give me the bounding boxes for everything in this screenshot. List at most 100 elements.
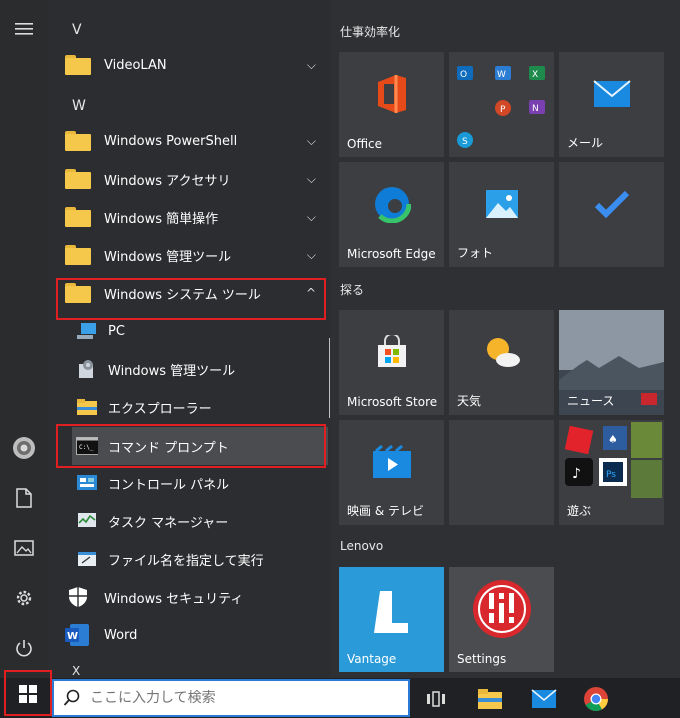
app-label: コントロール パネル <box>108 477 230 493</box>
documents-icon[interactable] <box>10 484 38 512</box>
mail-icon <box>592 80 631 112</box>
task-manager-icon <box>76 510 98 532</box>
app-task-manager[interactable]: タスク マネージャー <box>72 503 328 539</box>
tile-label: 遊ぶ <box>567 504 592 518</box>
chevron-down-icon: ⌵ <box>306 133 316 148</box>
tile-label: Settings <box>457 652 507 666</box>
tile-label: Microsoft Store <box>347 395 438 409</box>
hamburger-menu-icon[interactable] <box>10 15 38 43</box>
folder-icon <box>65 55 91 75</box>
edge-icon <box>372 184 411 227</box>
tile-office[interactable]: Office <box>339 52 444 157</box>
taskbar-search-box[interactable] <box>52 679 410 717</box>
svg-text:Ps: Ps <box>606 470 616 480</box>
tile-label: Office <box>347 137 383 151</box>
tile-edge[interactable]: Microsoft Edge <box>339 162 444 267</box>
control-panel-icon <box>76 472 98 494</box>
tile-label: メール <box>567 136 604 150</box>
tile-settings[interactable]: Settings <box>449 567 554 672</box>
app-run[interactable]: ファイル名を指定して実行 <box>72 541 328 577</box>
app-label: Windows 管理ツール <box>108 363 236 379</box>
search-input[interactable] <box>90 690 390 706</box>
tile-label: Vantage <box>347 652 397 666</box>
lenovo-settings-icon <box>472 579 532 643</box>
checkmark-icon <box>594 190 630 222</box>
app-label: Windows アクセサリ <box>104 173 231 189</box>
group-title-explore[interactable]: 探る <box>340 281 364 298</box>
app-windows-admin-tools[interactable]: Windows 管理ツール ⌵ <box>56 237 326 273</box>
app-label: Windows セキュリティ <box>104 591 244 607</box>
vantage-icon <box>372 589 412 639</box>
tile-label: フォト <box>457 246 494 260</box>
app-word[interactable]: W Word <box>56 617 326 653</box>
power-icon[interactable] <box>10 634 38 662</box>
letter-header-v[interactable]: V <box>72 22 82 38</box>
app-explorer[interactable]: エクスプローラー <box>72 389 328 425</box>
app-windows-admin-tools-sub[interactable]: Windows 管理ツール <box>72 351 328 387</box>
svg-text:♠: ♠ <box>608 433 618 446</box>
tile-todo[interactable] <box>559 162 664 267</box>
app-list: V VideoLAN ⌵ W Windows PowerShell ⌵ Wind… <box>48 0 330 678</box>
tile-mail[interactable]: メール <box>559 52 664 157</box>
app-pc[interactable]: PC <box>72 313 328 349</box>
folder-icon <box>65 131 91 151</box>
app-label: タスク マネージャー <box>108 515 229 531</box>
svg-text:O: O <box>460 70 467 80</box>
app-label: エクスプローラー <box>108 401 212 417</box>
app-label: VideoLAN <box>104 57 167 73</box>
chevron-down-icon: ⌵ <box>306 247 316 262</box>
app-videolan[interactable]: VideoLAN ⌵ <box>56 47 326 83</box>
pictures-icon[interactable] <box>10 534 38 562</box>
tile-news[interactable]: ニュース <box>559 310 664 415</box>
tile-photos[interactable]: フォト <box>449 162 554 267</box>
chevron-down-icon: ⌵ <box>306 209 316 224</box>
file-explorer-icon <box>76 396 98 418</box>
highlight-box-start-button <box>4 670 52 716</box>
task-view-icon[interactable] <box>420 684 452 714</box>
svg-text:S: S <box>462 137 468 147</box>
app-control-panel[interactable]: コントロール パネル <box>72 465 328 501</box>
tile-weather[interactable]: 天気 <box>449 310 554 415</box>
tile-office-apps[interactable]: O W X P N S <box>449 52 554 157</box>
app-windows-ease-of-access[interactable]: Windows 簡単操作 ⌵ <box>56 199 326 235</box>
start-rail <box>0 0 48 678</box>
tile-label: 天気 <box>457 394 482 408</box>
user-avatar-icon[interactable] <box>10 434 38 462</box>
tile-label: 映画 & テレビ <box>347 504 424 518</box>
letter-header-x[interactable]: X <box>72 664 80 678</box>
shield-icon <box>66 585 90 609</box>
search-icon <box>54 689 90 707</box>
chrome-taskbar-icon[interactable] <box>580 684 612 714</box>
weather-icon <box>482 336 522 372</box>
app-label: PC <box>108 323 125 339</box>
letter-header-w[interactable]: W <box>72 98 86 114</box>
tile-vantage[interactable]: Vantage <box>339 567 444 672</box>
file-explorer-taskbar-icon[interactable] <box>474 684 506 714</box>
app-label: Word <box>104 627 138 643</box>
app-windows-security[interactable]: Windows セキュリティ <box>56 579 326 615</box>
movies-tv-icon <box>372 444 412 483</box>
folder-icon <box>65 245 91 265</box>
admin-tools-icon <box>76 358 98 380</box>
svg-text:W: W <box>67 631 78 642</box>
app-label: Windows PowerShell <box>104 133 238 149</box>
group-title-lenovo[interactable]: Lenovo <box>340 539 383 553</box>
folder-icon <box>65 169 91 189</box>
tile-play[interactable]: ♠ ♪ Ps 遊ぶ <box>559 420 664 525</box>
tile-movies-tv[interactable]: 映画 & テレビ <box>339 420 444 525</box>
word-icon: W <box>64 623 90 647</box>
mail-taskbar-icon[interactable] <box>528 684 560 714</box>
tile-empty[interactable] <box>449 420 554 525</box>
office-apps-icons: O W X P N S <box>457 66 545 148</box>
folder-icon <box>65 207 91 227</box>
tile-store[interactable]: Microsoft Store <box>339 310 444 415</box>
play-games-icons: ♠ ♪ Ps <box>564 422 662 498</box>
app-windows-accessories[interactable]: Windows アクセサリ ⌵ <box>56 161 326 197</box>
app-label: Windows 簡単操作 <box>104 211 219 227</box>
highlight-box-command-prompt <box>56 424 326 468</box>
app-windows-powershell[interactable]: Windows PowerShell ⌵ <box>56 123 326 159</box>
svg-text:W: W <box>497 70 506 80</box>
chevron-down-icon: ⌵ <box>306 57 316 72</box>
group-title-productivity[interactable]: 仕事効率化 <box>340 23 400 40</box>
settings-gear-icon[interactable] <box>10 584 38 612</box>
